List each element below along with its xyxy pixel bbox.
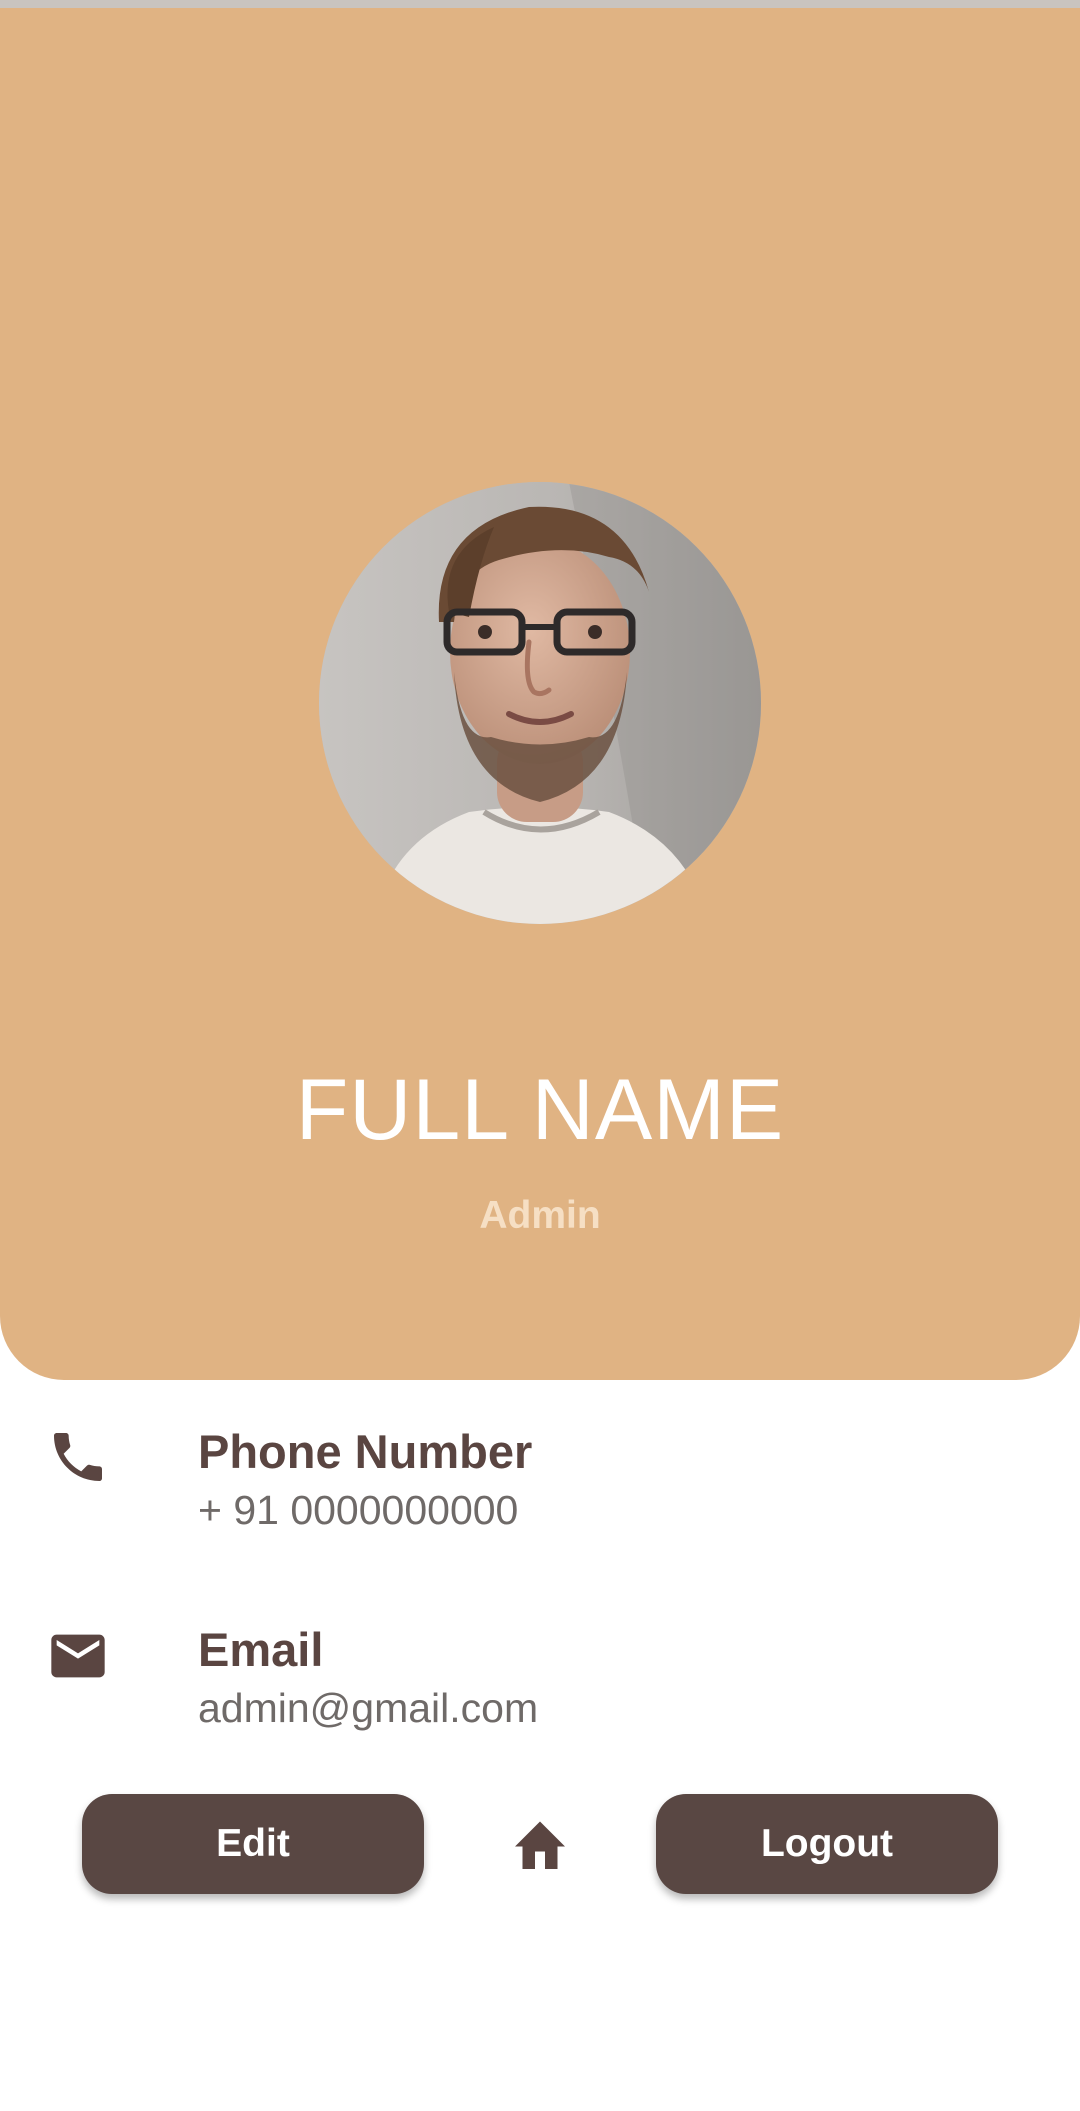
email-value: admin@gmail.com bbox=[198, 1685, 539, 1731]
phone-icon bbox=[54, 1433, 102, 1481]
full-name: FULL NAME bbox=[295, 1062, 785, 1158]
profile-header: FULL NAME Admin bbox=[0, 8, 1080, 1380]
mail-icon bbox=[51, 1634, 105, 1678]
status-divider bbox=[0, 0, 1080, 8]
phone-title: Phone Number bbox=[198, 1425, 533, 1478]
avatar-portrait bbox=[319, 482, 761, 924]
logout-button[interactable]: Logout bbox=[656, 1794, 998, 1894]
edit-button[interactable]: Edit bbox=[82, 1794, 424, 1894]
avatar bbox=[319, 482, 761, 924]
phone-value: + 91 0000000000 bbox=[198, 1487, 519, 1533]
profile-screen: FULL NAME Admin Phone Number + 91 000000… bbox=[0, 0, 1080, 2111]
home-icon[interactable] bbox=[510, 1816, 570, 1872]
email-title: Email bbox=[198, 1623, 324, 1676]
role-label: Admin bbox=[479, 1194, 601, 1237]
